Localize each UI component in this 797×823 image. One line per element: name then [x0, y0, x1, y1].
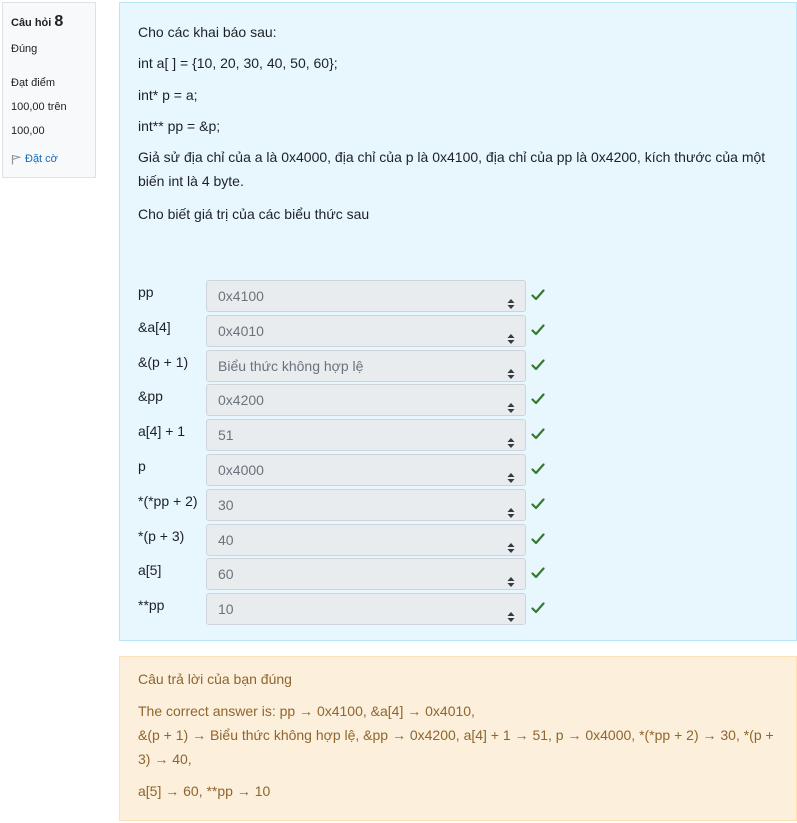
question-text-box: Cho các khai báo sau: int a[ ] = {10, 20… — [119, 2, 797, 641]
check-icon — [531, 392, 545, 408]
answer-select-value: 60 — [218, 566, 234, 583]
answer-select-value: 40 — [218, 531, 234, 548]
question-info-panel: Câu hỏi 8 Đúng Đạt điểm 100,00 trên 100,… — [2, 2, 96, 178]
code-line-1: int a[ ] = {10, 20, 30, 40, 50, 60}; — [138, 55, 338, 71]
feedback-status: Câu trả lời của bạn đúng — [138, 671, 292, 687]
answer-select[interactable]: 40 — [206, 523, 526, 556]
answer-select-value: 0x4100 — [218, 288, 264, 304]
expression-label: &a[4] — [138, 318, 171, 335]
grade-line-1: Đạt điểm — [11, 77, 56, 89]
check-icon — [531, 358, 545, 374]
answer-select[interactable]: 60 — [206, 558, 526, 591]
question-title: Câu hỏi 8 — [11, 13, 87, 31]
answer-select[interactable]: 0x4000 — [206, 454, 526, 486]
answer-select-value: 51 — [218, 427, 234, 444]
question-label: Câu hỏi — [11, 17, 52, 29]
correct-answer-line-3: a[5] → 60, **pp → 10 — [138, 783, 271, 799]
question-state: Đúng — [11, 43, 38, 55]
expression-label: *(p + 3) — [138, 527, 185, 544]
answer-row: p 0x4000 — [138, 454, 778, 486]
code-line-2: int* p = a; — [138, 87, 198, 103]
expression-label: *(*pp + 2) — [138, 492, 198, 509]
check-icon — [531, 323, 545, 339]
check-icon — [531, 566, 545, 582]
flag-label: Đặt cờ — [25, 153, 58, 165]
check-icon — [531, 427, 545, 443]
flag-icon — [11, 154, 21, 165]
check-icon — [531, 288, 545, 304]
grade-line-2: 100,00 trên — [11, 101, 67, 113]
answer-row: *(p + 3) 40 — [138, 523, 778, 556]
answer-select[interactable]: 51 — [206, 419, 526, 452]
answer-select[interactable]: 30 — [206, 488, 526, 521]
answer-select-value: 10 — [218, 601, 234, 618]
answer-select[interactable]: 0x4100 — [206, 280, 526, 312]
expression-label: a[5] — [138, 562, 162, 579]
expression-label: p — [138, 458, 146, 474]
question-grade: Đạt điểm 100,00 trên 100,00 — [11, 71, 87, 143]
question-intro: Cho các khai báo sau: — [138, 24, 277, 40]
answer-select-value: 0x4200 — [218, 392, 264, 409]
check-icon — [531, 462, 545, 478]
flag-question-link[interactable]: Đặt cờ — [11, 153, 87, 165]
answer-select[interactable]: 0x4010 — [206, 314, 526, 347]
code-line-3: int** pp = &p; — [138, 118, 221, 134]
correct-answer-line-1: The correct answer is: pp → 0x4100, &a[4… — [138, 703, 475, 719]
correct-answer-line-2: &(p + 1) → Biểu thức không hợp lệ, &pp →… — [138, 727, 774, 767]
check-icon — [531, 497, 545, 513]
answer-row: &pp 0x4200 — [138, 384, 778, 417]
grade-line-3: 100,00 — [11, 125, 45, 137]
answer-row: **pp 10 — [138, 593, 778, 626]
question-prompt: Cho biết giá trị của các biểu thức sau — [138, 206, 370, 222]
answer-select-value: 30 — [218, 496, 234, 513]
answer-select-value: 0x4010 — [218, 322, 264, 339]
expression-label: pp — [138, 284, 154, 300]
expression-label: a[4] + 1 — [138, 423, 186, 440]
answer-row: &(p + 1) Biểu thức không hợp lệ — [138, 349, 778, 382]
answer-row: pp 0x4100 — [138, 280, 778, 312]
expression-label: **pp — [138, 597, 165, 614]
check-icon — [531, 532, 545, 548]
expression-label: &pp — [138, 388, 163, 405]
answer-row: *(*pp + 2) 30 — [138, 488, 778, 521]
answer-select-value: 0x4000 — [218, 462, 264, 478]
answer-select-value: Biểu thức không hợp lệ — [218, 357, 364, 374]
expression-label: &(p + 1) — [138, 353, 189, 370]
question-assumption: Giả sử địa chỉ của a là 0x4000, địa chỉ … — [138, 149, 766, 189]
updown-arrows-icon — [507, 603, 515, 633]
answer-select[interactable]: 0x4200 — [206, 384, 526, 417]
answer-select[interactable]: 10 — [206, 593, 526, 626]
answer-select[interactable]: Biểu thức không hợp lệ — [206, 349, 526, 382]
answer-row: a[5] 60 — [138, 558, 778, 591]
check-icon — [531, 601, 545, 617]
answer-row: &a[4] 0x4010 — [138, 314, 778, 347]
answer-row: a[4] + 1 51 — [138, 419, 778, 452]
question-number: 8 — [54, 13, 64, 30]
feedback-box: Câu trả lời của bạn đúng The correct ans… — [119, 656, 797, 821]
